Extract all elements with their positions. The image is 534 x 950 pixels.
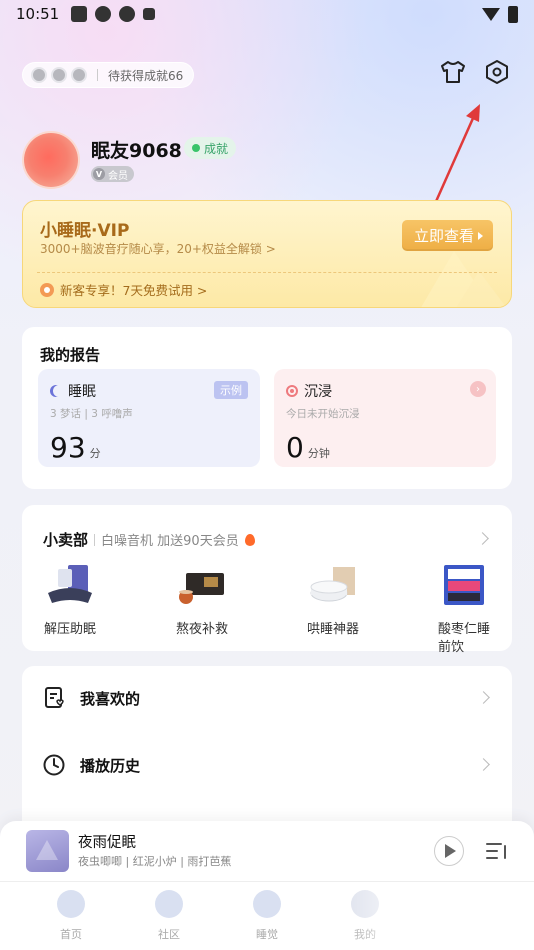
sleep-score: 93: [50, 431, 86, 464]
immerse-minutes: 0: [286, 431, 304, 464]
chevron-right-icon[interactable]: [476, 532, 489, 545]
report-title: 我的报告: [40, 346, 101, 364]
immerse-report-title: 沉浸: [304, 384, 332, 400]
member-tag[interactable]: V 会员: [91, 166, 134, 182]
nav-community[interactable]: 社区: [139, 890, 199, 942]
nav-home-label: 首页: [60, 928, 82, 941]
vip-view-button[interactable]: 立即查看: [401, 220, 493, 251]
mini-player[interactable]: 夜雨促眠 夜虫唧唧 | 红泥小炉 | 雨打芭蕉: [0, 821, 534, 881]
planet-icon: [155, 890, 183, 918]
caret-right-icon: [478, 231, 483, 240]
moon-icon: [53, 385, 65, 397]
achievement-tag[interactable]: 成就: [184, 137, 237, 159]
shop-title: 小卖部: [43, 531, 89, 549]
status-right: [482, 5, 518, 23]
target-icon: [286, 385, 298, 397]
report-card: 我的报告 睡眠 示例 3 梦话 | 3 呼噜声 93 分 沉浸 › 今日未开始沉…: [22, 327, 512, 489]
history-row[interactable]: 播放历史: [42, 745, 492, 785]
favorites-label: 我喜欢的: [80, 689, 141, 708]
nickname[interactable]: 眠友9068: [91, 136, 182, 163]
vip-v-icon: V: [93, 168, 105, 180]
bottom-nav: 首页 社区 睡觉 我的: [0, 881, 534, 950]
rain-cloud-icon: [57, 890, 85, 918]
badge-icon: [31, 67, 47, 83]
a-notification-icon: [143, 8, 156, 20]
shop-item[interactable]: 哄睡神器: [307, 563, 403, 639]
vip-divider: [37, 272, 497, 273]
shop-item-label: 解压助眠: [44, 622, 97, 637]
annotation-arrow-icon: [432, 104, 480, 207]
badge-icon: [51, 67, 67, 83]
badge-icon: [71, 67, 87, 83]
favorites-row[interactable]: 我喜欢的: [42, 678, 492, 718]
nav-fade-overlay: [340, 882, 534, 950]
battery-icon: [508, 5, 518, 23]
play-button[interactable]: [434, 836, 464, 866]
vip-subtitle: 3000+脑波音疗随心享，20+权益全解锁 >: [40, 242, 276, 256]
album-cover[interactable]: [26, 830, 69, 872]
nav-sleep-label: 睡觉: [256, 928, 278, 941]
shop-item[interactable]: 熬夜补救: [176, 563, 272, 639]
eye-mask-product-icon: [48, 565, 92, 603]
chevron-right-icon: [477, 691, 490, 704]
sync-icon: [95, 6, 112, 22]
settings-icon[interactable]: [483, 58, 511, 86]
list-card: 我喜欢的 播放历史: [22, 666, 512, 836]
immerse-report-sub: 今日未开始沉浸: [286, 408, 360, 420]
jujube-drink-product-icon: [444, 565, 484, 605]
shop-promo: 白噪音机 加送90天会员: [101, 534, 239, 549]
divider: [97, 69, 98, 81]
immerse-report[interactable]: 沉浸 › 今日未开始沉浸 0 分钟: [274, 369, 496, 467]
shop-header[interactable]: 小卖部 白噪音机 加送90天会员: [43, 529, 255, 550]
chevron-right-icon: ›: [470, 381, 486, 397]
status-time: 10:51: [16, 5, 60, 23]
tonic-product-icon: [179, 573, 224, 604]
sync-icon-2: [119, 6, 136, 22]
fire-icon: [244, 533, 255, 546]
shop-item[interactable]: 解压助眠: [44, 563, 140, 639]
favorites-icon: [42, 686, 66, 710]
achievement-tag-label: 成就: [204, 141, 229, 156]
wifi-icon: [482, 7, 500, 21]
avatar[interactable]: [24, 133, 78, 187]
app-notification-icon: [71, 6, 88, 22]
status-notification-icons: [71, 6, 156, 22]
nav-home[interactable]: 首页: [41, 890, 101, 942]
achievement-dot-icon: [192, 144, 200, 152]
sleep-report-sub: 3 梦话 | 3 呼噜声: [50, 408, 133, 420]
vip-trial-link[interactable]: 新客专享！7天免费试用 >: [40, 280, 207, 299]
vip-trial-label: 新客专享！7天免费试用 >: [60, 283, 208, 298]
player-title: 夜雨促眠: [78, 835, 136, 851]
chevron-right-icon: [477, 758, 490, 771]
moon-icon: [253, 890, 281, 918]
sleep-report[interactable]: 睡眠 示例 3 梦话 | 3 呼噜声 93 分: [38, 369, 260, 467]
white-noise-machine-icon: [310, 567, 355, 602]
nav-community-label: 社区: [158, 928, 180, 941]
member-tag-label: 会员: [108, 170, 128, 182]
gift-icon: [40, 282, 54, 297]
shirt-icon[interactable]: [439, 58, 467, 86]
vip-card[interactable]: 小睡眠·VIP 3000+脑波音疗随心享，20+权益全解锁 > 立即查看 新客专…: [22, 200, 512, 308]
shop-item-label: 哄睡神器: [307, 622, 360, 637]
status-bar: 10:51: [0, 0, 534, 28]
player-subtitle: 夜虫唧唧 | 红泥小炉 | 雨打芭蕉: [78, 855, 232, 868]
immerse-minutes-unit: 分钟: [307, 447, 330, 460]
example-tag: 示例: [214, 381, 248, 399]
divider: [94, 533, 96, 546]
shop-item-label: 酸枣仁睡前饮: [438, 622, 491, 655]
history-label: 播放历史: [80, 756, 141, 775]
vip-title: 小睡眠·VIP: [40, 221, 130, 241]
shop-item-label: 熬夜补救: [176, 622, 229, 637]
shop-item[interactable]: 酸枣仁睡前饮: [438, 563, 498, 656]
achievement-pill-label: 待获得成就66: [108, 68, 184, 83]
sleep-report-title: 睡眠: [68, 384, 96, 400]
nav-sleep[interactable]: 睡觉: [237, 890, 297, 942]
sleep-score-unit: 分: [89, 447, 101, 460]
vip-view-button-label: 立即查看: [413, 227, 474, 245]
achievement-pill[interactable]: 待获得成就66: [22, 62, 195, 88]
vip-decoration-icon: [421, 251, 506, 307]
playlist-icon[interactable]: [486, 841, 508, 861]
shop-card: 小卖部 白噪音机 加送90天会员 解压助眠 熬夜补救 哄睡神器 酸枣仁睡前饮: [22, 505, 512, 655]
history-icon: [42, 753, 66, 777]
